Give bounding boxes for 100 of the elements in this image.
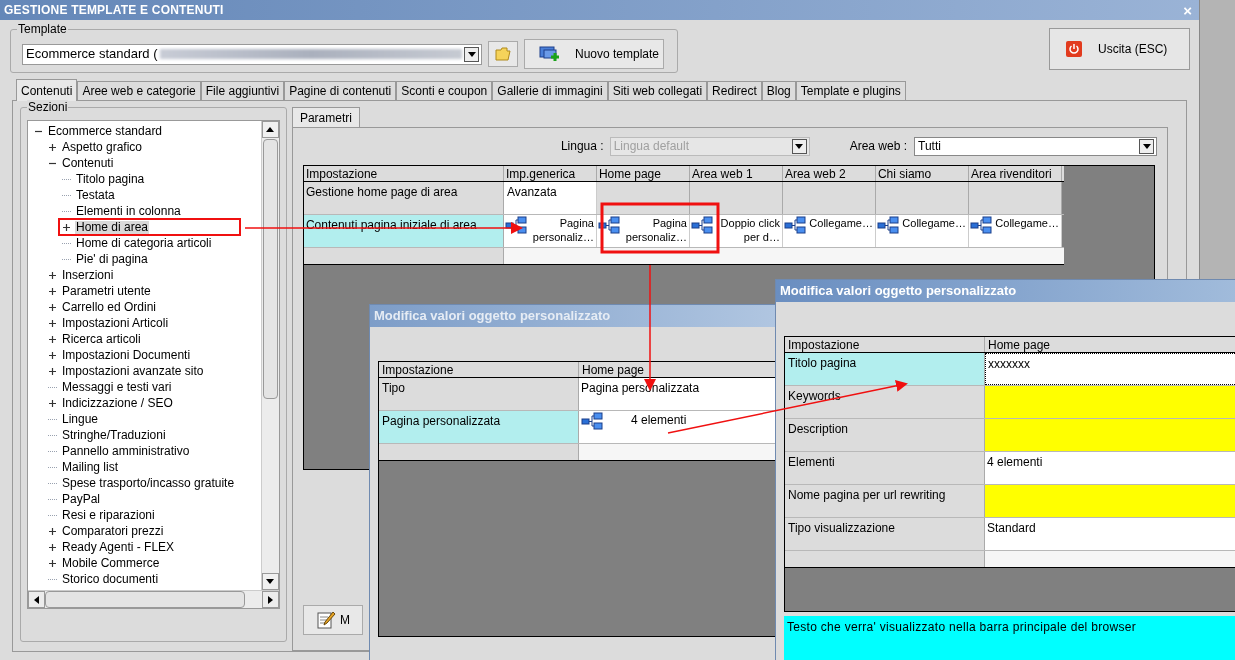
exit-button[interactable]: Uscita (ESC) xyxy=(1049,28,1190,70)
tree-item[interactable]: Parametri utente xyxy=(61,284,152,298)
tree-item[interactable]: Messaggi e testi vari xyxy=(61,380,173,394)
row-label: Tipo visualizzazione xyxy=(785,518,985,550)
new-template-button[interactable]: Nuovo template xyxy=(524,39,664,69)
tab[interactable]: Contenuti xyxy=(16,79,78,101)
row-label: Keywords xyxy=(785,386,985,418)
tree-item[interactable]: Ecommerce standard xyxy=(47,124,164,138)
column-header: Impostazione xyxy=(785,337,985,352)
tab[interactable]: Parametri xyxy=(291,107,360,127)
tree-item[interactable]: Comparatori prezzi xyxy=(61,524,165,538)
value-cell[interactable]: xxxxxxx xyxy=(985,353,1235,385)
column-header: Home page xyxy=(596,166,690,181)
hint-text: Testo che verra' visualizzato nella barra principale del browser xyxy=(784,616,1235,660)
tree-item[interactable]: Titolo pagina xyxy=(75,172,146,186)
tab[interactable]: Redirect xyxy=(707,81,762,100)
m-button[interactable]: M xyxy=(302,605,363,635)
row-label: Description xyxy=(785,419,985,451)
tree-item[interactable]: Carrello ed Ordini xyxy=(61,300,158,314)
column-header: Impostazione xyxy=(379,362,579,377)
field-label: Area web : xyxy=(849,138,907,155)
expand-icon[interactable] xyxy=(48,318,57,328)
horizontal-scrollbar[interactable] xyxy=(28,590,279,608)
tree-item[interactable]: Home di categoria articoli xyxy=(75,236,213,250)
expand-icon[interactable] xyxy=(48,270,57,280)
value-cell[interactable] xyxy=(985,386,1235,418)
group-label: Template xyxy=(17,22,68,36)
row-label: Tipo xyxy=(379,378,579,410)
value-cell[interactable] xyxy=(985,419,1235,451)
group-label: Sezioni xyxy=(27,100,69,114)
tab[interactable]: Aree web e categorie xyxy=(77,81,201,100)
tree-item[interactable]: Impostazioni avanzate sito xyxy=(61,364,205,378)
tree-item[interactable]: Mailing list xyxy=(61,460,119,474)
tree-item[interactable]: Indicizzazione / SEO xyxy=(61,396,174,410)
tree-item[interactable]: Impostazioni Articoli xyxy=(61,316,170,330)
tree-item[interactable]: Aspetto grafico xyxy=(61,140,144,154)
expand-icon[interactable] xyxy=(48,558,57,568)
expand-icon[interactable] xyxy=(48,142,57,152)
tab[interactable]: Gallerie di immagini xyxy=(492,81,608,100)
table-cell[interactable]: Pagina personaliz… xyxy=(596,215,690,247)
column-header: Chi siamo xyxy=(875,166,969,181)
tree-item[interactable]: Pannello amministrativo xyxy=(61,444,191,458)
row-label: Titolo pagina xyxy=(785,353,985,385)
row-label: Gestione home page di area xyxy=(303,182,504,214)
tab[interactable]: Sconti e coupon xyxy=(396,81,493,100)
tree-item[interactable]: Lingue xyxy=(61,412,100,426)
hierarchy-icon xyxy=(690,216,713,234)
expand-icon[interactable] xyxy=(62,222,71,232)
tree-item[interactable]: Ricerca articoli xyxy=(61,332,142,346)
column-header: Area web 1 xyxy=(689,166,783,181)
tree-item[interactable]: Elementi in colonna xyxy=(75,204,182,218)
value-cell[interactable] xyxy=(985,485,1235,517)
window-title: GESTIONE TEMPLATE E CONTENUTI xyxy=(4,2,224,19)
expand-icon[interactable] xyxy=(48,526,57,536)
hierarchy-icon xyxy=(504,216,527,234)
table-cell[interactable]: Avanzata xyxy=(503,182,597,214)
tree-item[interactable]: Resi e riparazioni xyxy=(61,508,156,522)
expand-icon[interactable] xyxy=(48,350,57,360)
value-cell[interactable]: 4 elementi xyxy=(985,452,1235,484)
expand-icon[interactable] xyxy=(48,398,57,408)
dialog-title: Modifica valori oggetto personalizzato xyxy=(776,280,1235,302)
tab[interactable]: Pagine di contenuti xyxy=(284,81,397,100)
template-select[interactable]: Ecommerce standard ( xyxy=(22,43,482,65)
tree-item[interactable]: Spese trasporto/incasso gratuite xyxy=(61,476,236,490)
table-cell[interactable]: Doppio click per d… xyxy=(689,215,783,247)
tab[interactable]: Blog xyxy=(761,81,796,100)
expand-icon[interactable] xyxy=(48,286,57,296)
expand-icon[interactable] xyxy=(48,302,57,312)
power-icon xyxy=(1066,41,1082,57)
table-cell[interactable]: Collegame… xyxy=(782,215,876,247)
area-select[interactable]: Tutti xyxy=(914,136,1157,156)
tab[interactable]: Template e plugins xyxy=(795,81,906,100)
table-cell[interactable]: Collegame… xyxy=(968,215,1062,247)
expand-icon[interactable] xyxy=(48,366,57,376)
tree-item[interactable]: Inserzioni xyxy=(61,268,115,282)
hierarchy-icon xyxy=(969,216,992,234)
tree-item[interactable]: Stringhe/Traduzioni xyxy=(61,428,167,442)
value-cell[interactable]: Standard xyxy=(985,518,1235,550)
tree-item[interactable]: Storico documenti xyxy=(61,572,160,586)
tree-item[interactable]: Mobile Commerce xyxy=(61,556,161,570)
expand-icon[interactable] xyxy=(48,334,57,344)
field-label: Lingua : xyxy=(560,138,604,155)
column-header: Imp.generica xyxy=(503,166,597,181)
expand-icon[interactable] xyxy=(48,542,57,552)
column-header: Area rivenditori xyxy=(968,166,1062,181)
hierarchy-icon xyxy=(597,216,620,234)
tree-item[interactable]: PayPal xyxy=(61,492,102,506)
vertical-scrollbar[interactable] xyxy=(260,121,279,590)
tree-item[interactable]: Home di area xyxy=(75,220,150,234)
tree-item[interactable]: Ready Agenti - FLEX xyxy=(61,540,176,554)
table-cell[interactable]: Collegame… xyxy=(875,215,969,247)
tab[interactable]: Siti web collegati xyxy=(607,81,708,100)
tree-item[interactable]: Contenuti xyxy=(61,156,115,170)
tree-item[interactable]: Testata xyxy=(75,188,116,202)
hierarchy-icon xyxy=(876,216,899,234)
hierarchy-icon xyxy=(783,216,806,234)
table-cell[interactable]: Pagina personaliz… xyxy=(503,215,597,247)
tree-item[interactable]: Impostazioni Documenti xyxy=(61,348,192,362)
tab[interactable]: File aggiuntivi xyxy=(200,81,285,100)
tree-item[interactable]: Pie' di pagina xyxy=(75,252,149,266)
